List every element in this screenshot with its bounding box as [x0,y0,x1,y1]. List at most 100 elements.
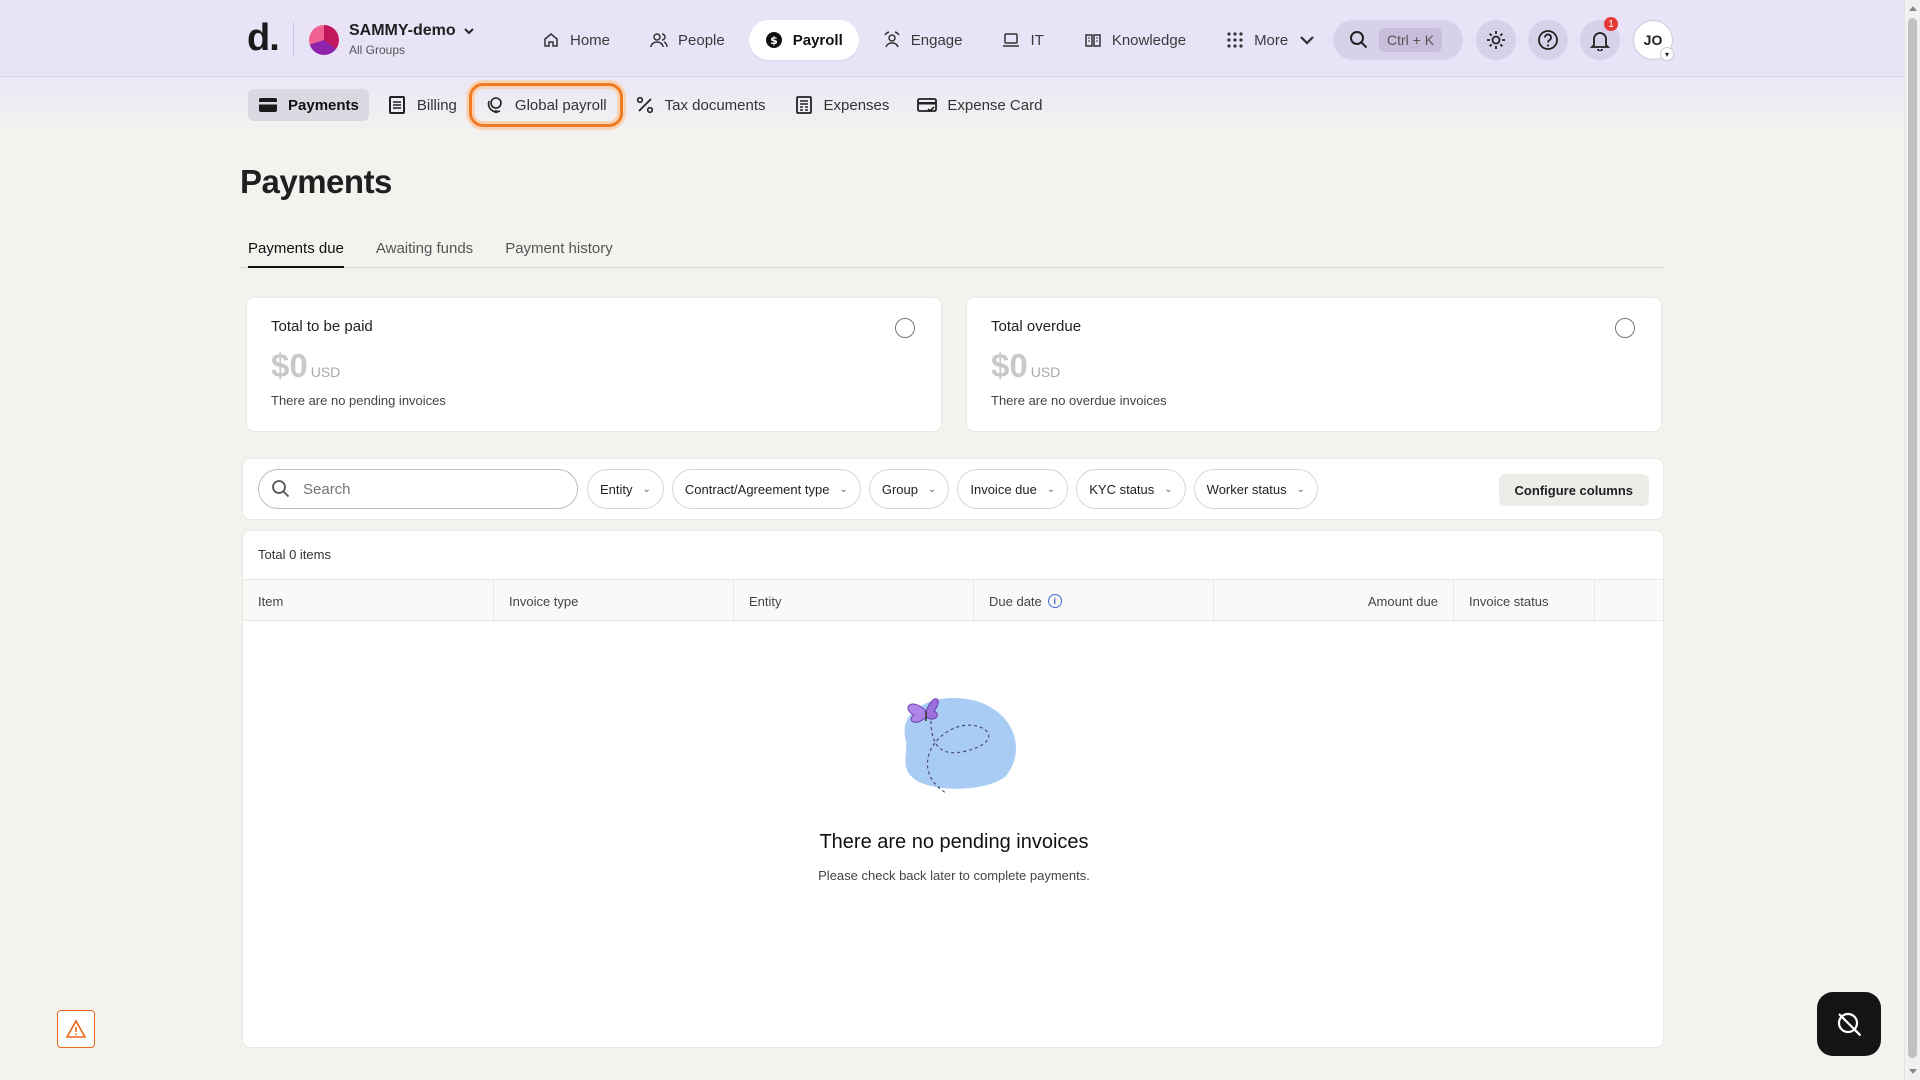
expenses-icon [795,96,812,114]
chevron-down-icon [1300,36,1315,45]
subnav-label: Expenses [823,96,890,114]
payments-table: Total 0 items Item Invoice type Entity D… [242,530,1664,1048]
warning-icon [66,1019,86,1038]
column-header-entity[interactable]: Entity [734,580,974,622]
subnav-expense-card[interactable]: Expense Card [907,89,1052,121]
subnav-label: Global payroll [514,96,607,114]
help-icon [1538,30,1558,50]
org-switcher[interactable]: SAMMY-demo All Groups [309,22,476,57]
filter-bar: Entity⌄ Contract/Agreement type⌄ Group⌄ … [242,458,1664,520]
app-logo[interactable]: d. [247,19,280,57]
column-label: Item [258,593,284,609]
card-note: There are no pending invoices [271,393,446,408]
card-amount: $0 [271,347,308,384]
scroll-up-arrow-icon[interactable] [1909,6,1917,11]
payments-tabs: Payments due Awaiting funds Payment hist… [240,232,1664,268]
chevron-down-icon: ▾ [1660,47,1674,61]
subnav-global-payroll[interactable]: Global payroll [468,83,623,127]
gear-icon [1487,31,1505,49]
tab-awaiting-funds[interactable]: Awaiting funds [376,232,473,268]
filter-invoice-due[interactable]: Invoice due ⌄ [957,469,1069,509]
page-title: Payments [240,163,392,200]
payroll-subnav: Payments Billing Global payroll Tax docu… [248,83,1052,127]
tab-payments-due[interactable]: Payments due [248,232,344,268]
search-input[interactable] [303,480,563,498]
chevron-down-icon [463,28,474,35]
global-search-button[interactable]: Ctrl + K [1333,20,1463,60]
subnav-billing[interactable]: Billing [377,89,467,121]
column-header-actions [1595,580,1663,622]
nav-item-label: IT [1030,31,1044,49]
filter-label: Worker status [1206,481,1287,497]
filter-label: Entity [600,481,633,497]
column-label: Invoice type [509,593,579,609]
card-select-radio[interactable] [895,318,915,338]
total-to-be-paid-card: Total to be paid $0 USD There are no pend… [246,297,942,432]
chevron-down-icon: ⌄ [642,483,651,495]
scroll-down-arrow-icon[interactable] [1909,1069,1917,1074]
nav-item-it[interactable]: IT [986,20,1059,60]
card-title: Total overdue [991,318,1082,335]
filter-label: Contract/Agreement type [684,481,830,497]
main-nav: Home People $ Payroll Engage IT Knowledg… [526,20,1332,60]
nav-item-label: People [678,31,725,49]
info-icon[interactable]: i [1047,594,1062,608]
column-header-invoice-type[interactable]: Invoice type [494,580,734,622]
nav-item-knowledge[interactable]: Knowledge [1068,20,1202,60]
filter-group[interactable]: Group ⌄ [868,469,950,509]
filter-worker-status[interactable]: Worker status ⌄ [1193,469,1319,509]
engage-icon [884,31,900,48]
tab-payment-history[interactable]: Payment history [505,232,613,268]
filter-chips: Entity ⌄ Contract/Agreement type ⌄ Group ⌄ … [587,469,1319,509]
card-select-radio[interactable] [1615,318,1635,338]
subnav-label: Tax documents [664,96,766,114]
user-avatar[interactable]: JO ▾ [1633,20,1674,61]
people-icon [650,33,668,48]
logo-divider [293,22,294,56]
column-header-invoice-status[interactable]: Invoice status [1454,580,1595,622]
card-note: There are no overdue invoices [991,393,1167,408]
settings-button[interactable] [1476,20,1516,60]
subnav-label: Expense Card [947,96,1043,114]
column-header-due-date[interactable]: Due date i [974,580,1214,622]
configure-columns-button[interactable]: Configure columns [1498,474,1649,506]
subnav-expenses[interactable]: Expenses [784,89,900,121]
chevron-down-icon: ⌄ [1046,483,1056,495]
search-icon [272,480,290,498]
subnav-payments[interactable]: Payments [248,89,369,121]
assistant-button[interactable] [1817,992,1881,1056]
chevron-down-icon: ⌄ [927,483,937,495]
search-field[interactable] [258,469,578,509]
column-header-amount-due[interactable]: Amount due [1214,580,1454,622]
search-icon [1350,31,1368,49]
filter-entity[interactable]: Entity ⌄ [587,469,664,509]
nav-item-label: More [1254,31,1289,49]
scrollbar-thumb[interactable] [1908,18,1917,1058]
notification-badge: 1 [1604,17,1618,31]
page-scrollbar[interactable] [1904,0,1920,1080]
svg-text:$: $ [770,34,778,47]
card-currency: USD [1030,364,1061,380]
total-overdue-card: Total overdue $0 USD There are no overdue… [966,297,1662,432]
card-icon [917,98,938,113]
empty-state-title: There are no pending invoices [819,831,1089,853]
column-header-item[interactable]: Item [243,580,494,622]
notifications-button[interactable]: 1 [1580,17,1620,60]
nav-item-payroll[interactable]: $ Payroll [748,20,859,60]
column-label: Due date [989,593,1042,609]
empty-state-subtitle: Please check back later to complete paym… [818,868,1090,883]
nav-item-more[interactable]: More [1210,20,1332,60]
report-issue-button[interactable] [57,1010,95,1048]
card-amount: $0 [991,347,1028,384]
help-button[interactable] [1528,20,1568,60]
nav-item-engage[interactable]: Engage [867,20,979,60]
subnav-tax-documents[interactable]: Tax documents [625,89,776,121]
receipt-icon [388,96,405,114]
filter-kyc-status[interactable]: KYC status ⌄ [1076,469,1186,509]
filter-contract-type[interactable]: Contract/Agreement type ⌄ [671,469,861,509]
nav-item-home[interactable]: Home [526,20,626,60]
table-header: Item Invoice type Entity Due date i Amoun… [243,579,1663,622]
filter-label: Invoice due [970,481,1037,497]
nav-item-label: Engage [910,31,963,49]
nav-item-people[interactable]: People [634,20,741,60]
